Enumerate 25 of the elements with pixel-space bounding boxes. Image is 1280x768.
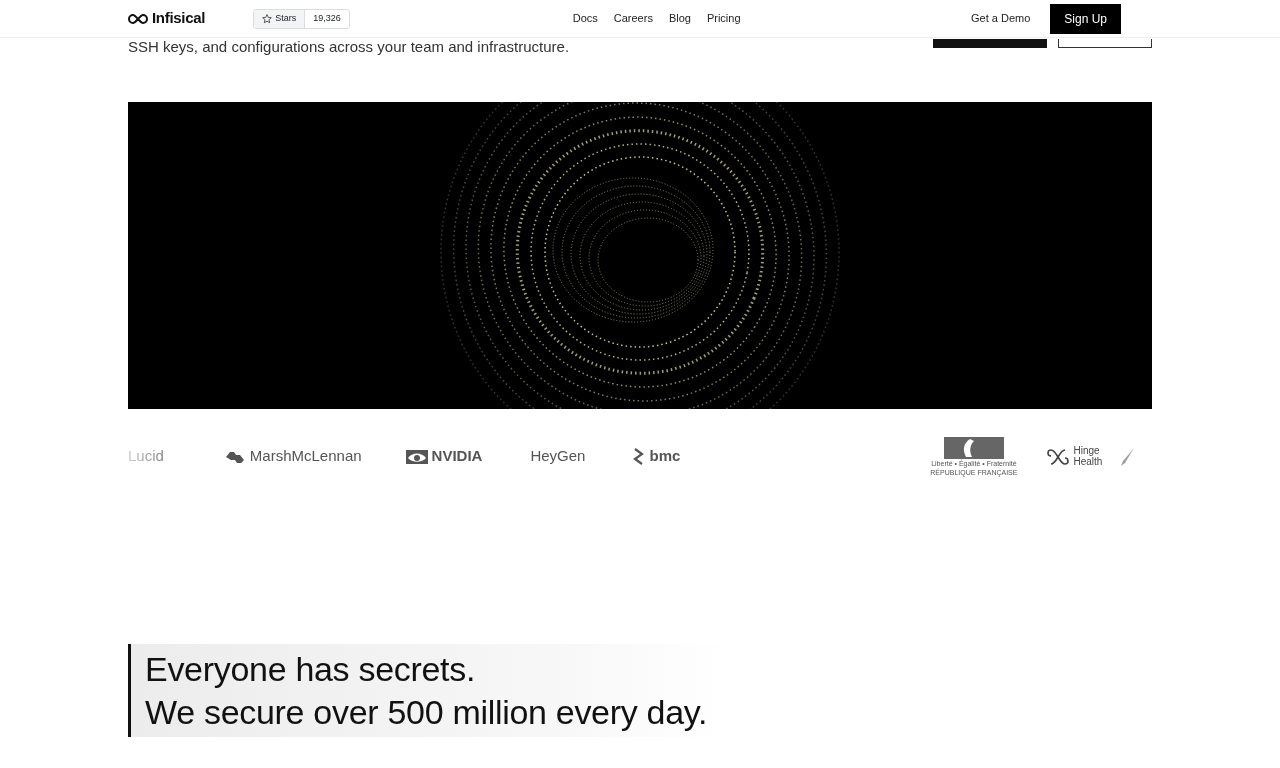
- quote-line: We secure over 500 million every day.: [145, 691, 709, 733]
- eye-icon: [405, 449, 428, 464]
- nav-link[interactable]: Blog: [668, 10, 691, 27]
- stars-label: Stars: [275, 11, 297, 25]
- chevron-icon: [633, 446, 646, 467]
- logo-wordmark: Lucid: [128, 446, 164, 467]
- logo-wordmark: HeyGen: [530, 446, 586, 467]
- hero-subtitle: SSH keys, and configurations across your team and infrastructure.: [128, 39, 570, 57]
- logo-wordmark: MarshMcLennan: [249, 446, 362, 467]
- nav-link[interactable]: Careers: [613, 10, 653, 27]
- logo-wordmark: Hinge: [1073, 446, 1100, 457]
- github-stars-button[interactable]: Stars 19,326: [253, 8, 350, 29]
- nav-link[interactable]: Docs: [572, 10, 598, 27]
- quote-line: Everyone has secrets.: [145, 649, 477, 690]
- sign-up-button[interactable]: Sign Up: [1050, 3, 1121, 34]
- star-count: 19,326: [312, 11, 342, 25]
- brand-name[interactable]: Infisical: [152, 7, 206, 30]
- logo-wordmark: bmc: [649, 446, 681, 467]
- logo-wordmark: NVIDIA: [431, 446, 483, 467]
- get-demo-link[interactable]: Get a Demo: [971, 10, 1031, 27]
- flag-emblem-icon: [943, 436, 1004, 459]
- infinity-logo-icon: [128, 13, 148, 24]
- nav-link[interactable]: Pricing: [706, 10, 741, 27]
- logo-wordmark: Health: [1073, 456, 1103, 467]
- star-icon: [262, 13, 273, 24]
